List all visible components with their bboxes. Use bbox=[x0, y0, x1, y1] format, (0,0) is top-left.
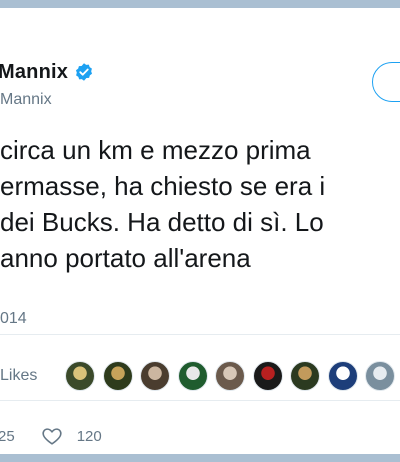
top-border bbox=[0, 0, 400, 8]
author-handle[interactable]: Mannix bbox=[0, 91, 52, 109]
bottom-border bbox=[0, 454, 400, 462]
liker-avatar[interactable] bbox=[365, 361, 395, 391]
likes-label[interactable]: Likes bbox=[0, 367, 37, 385]
liker-avatar[interactable] bbox=[290, 361, 320, 391]
liker-avatars bbox=[65, 361, 400, 391]
tweet-text-line: circa un km e mezzo prima bbox=[0, 135, 311, 165]
verified-badge-icon bbox=[74, 62, 94, 82]
engagement-row: 25 120 bbox=[0, 424, 102, 448]
liker-avatar[interactable] bbox=[327, 361, 358, 391]
author-display-name[interactable]: Mannix bbox=[0, 61, 68, 84]
liker-avatar[interactable] bbox=[102, 361, 133, 391]
author-row: Mannix bbox=[0, 60, 94, 84]
reply-count[interactable]: 25 bbox=[0, 428, 15, 445]
divider bbox=[0, 400, 400, 401]
follow-button[interactable] bbox=[372, 62, 400, 102]
tweet-date[interactable]: 014 bbox=[0, 310, 27, 328]
like-count[interactable]: 120 bbox=[77, 428, 102, 445]
tweet-text-line: dei Bucks. Ha detto di sì. Lo bbox=[0, 207, 324, 237]
liker-avatar[interactable] bbox=[215, 361, 245, 391]
liker-avatar[interactable] bbox=[140, 361, 170, 391]
liker-avatar[interactable] bbox=[65, 361, 95, 391]
tweet-text: circa un km e mezzo prima ermasse, ha ch… bbox=[0, 132, 400, 276]
tweet-text-line: anno portato all'arena bbox=[0, 243, 251, 273]
liker-avatar[interactable] bbox=[177, 361, 208, 391]
liker-avatar[interactable] bbox=[252, 361, 283, 391]
tweet-card: Mannix Mannix circa un km e mezzo prima … bbox=[0, 8, 400, 454]
heart-icon[interactable] bbox=[41, 425, 63, 447]
divider bbox=[0, 334, 400, 335]
tweet-text-line: ermasse, ha chiesto se era i bbox=[0, 171, 326, 201]
